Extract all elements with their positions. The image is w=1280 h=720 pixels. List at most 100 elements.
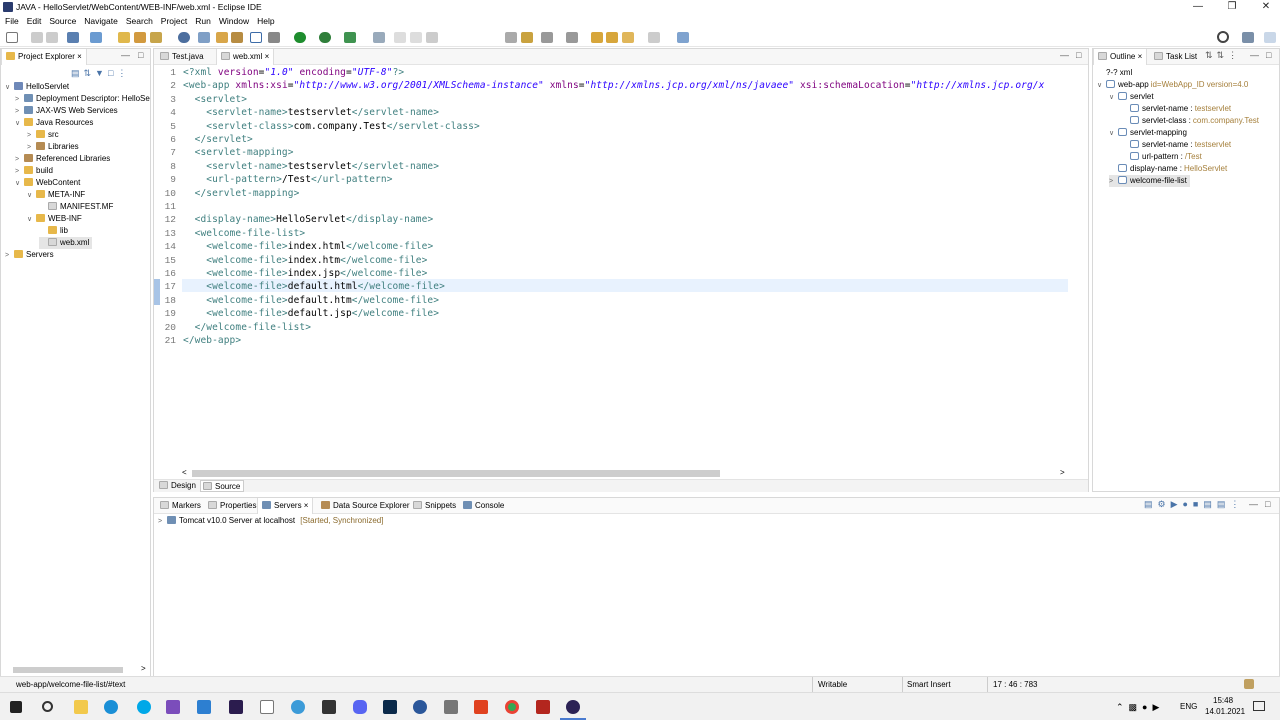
tree-item[interactable]: > Servers xyxy=(5,249,54,261)
menu-navigate[interactable]: Navigate xyxy=(84,14,118,28)
code-line[interactable]: <welcome-file>index.jsp</welcome-file> xyxy=(183,268,427,279)
last-edit-icon[interactable] xyxy=(591,32,603,43)
chrome-icon[interactable] xyxy=(505,700,519,714)
outline-item[interactable]: url-pattern :/Test xyxy=(1121,151,1202,163)
notifications-icon[interactable] xyxy=(1253,701,1265,711)
explorer-toolbar[interactable]: ▤⇅▼□⋮ xyxy=(71,68,130,79)
scroll-thumb[interactable] xyxy=(192,470,720,477)
clock-time[interactable]: 15:48 xyxy=(1213,696,1233,705)
tree-item[interactable]: > JAX-WS Web Services xyxy=(15,105,118,117)
open-type-icon[interactable] xyxy=(134,32,146,43)
tab-snippets[interactable]: Snippets xyxy=(409,498,460,514)
maximize-icon[interactable]: □ xyxy=(1265,499,1270,509)
code-line[interactable]: <web-app xmlns:xsi="http://www.w3.org/20… xyxy=(183,80,1044,91)
search-toolbar-icon[interactable] xyxy=(373,32,385,43)
maximize-button[interactable]: ❐ xyxy=(1215,0,1249,14)
minimize-icon[interactable]: — xyxy=(1249,499,1258,509)
outline-item[interactable]: display-name : HelloServlet xyxy=(1109,163,1227,175)
code-line[interactable]: <url-pattern>/Test</url-pattern> xyxy=(183,174,393,185)
scroll-thumb[interactable] xyxy=(13,667,123,673)
windows-start-icon[interactable] xyxy=(10,701,22,713)
tab-test-java[interactable]: Test.java xyxy=(156,49,208,65)
globe-icon[interactable] xyxy=(178,32,190,43)
menu-search[interactable]: Search xyxy=(126,14,153,28)
tab-properties[interactable]: Properties xyxy=(204,498,260,514)
menu-file[interactable]: File xyxy=(5,14,19,28)
office-icon[interactable] xyxy=(474,700,488,714)
new-server-icon[interactable] xyxy=(67,32,79,43)
outline-item[interactable]: servlet-name : testservlet xyxy=(1121,139,1231,151)
next-annotation-icon[interactable] xyxy=(541,32,553,43)
code-line[interactable]: <display-name>HelloServlet</display-name… xyxy=(183,214,434,225)
tree-item[interactable]: > Referenced Libraries xyxy=(15,153,110,165)
outline-item[interactable]: ∨ web-app id=WebApp_ID version=4.0 xyxy=(1097,79,1248,91)
back-nav-icon[interactable] xyxy=(606,32,618,43)
code-line[interactable]: </servlet> xyxy=(183,134,253,145)
external-tools-icon[interactable] xyxy=(344,32,356,43)
step-icon[interactable] xyxy=(394,32,406,43)
close-button[interactable]: ✕ xyxy=(1249,0,1280,14)
menu-project[interactable]: Project xyxy=(161,14,187,28)
tool-icon[interactable] xyxy=(444,700,458,714)
scroll-right-icon[interactable]: > xyxy=(1060,468,1065,477)
sync-icon[interactable] xyxy=(198,32,210,43)
maximize-icon[interactable]: □ xyxy=(1266,50,1271,60)
tree-item[interactable]: ∨ HelloServlet xyxy=(5,81,69,93)
code-line[interactable]: <welcome-file>default.html</welcome-file… xyxy=(183,281,445,292)
run-icon[interactable] xyxy=(294,32,306,43)
updates-icon[interactable] xyxy=(1244,679,1254,689)
terminal-icon[interactable] xyxy=(250,32,262,43)
terminal-app-icon[interactable] xyxy=(322,700,336,714)
code-line[interactable]: <welcome-file>index.html</welcome-file> xyxy=(183,241,433,252)
code-line[interactable]: <servlet> xyxy=(183,94,247,105)
code-line[interactable]: <servlet-name>testservlet</servlet-name> xyxy=(183,107,439,118)
jar-icon[interactable] xyxy=(216,32,228,43)
tree-item[interactable]: ∨ WebContent xyxy=(15,177,80,189)
code-line[interactable]: <welcome-file>default.jsp</welcome-file> xyxy=(183,308,439,319)
server-row[interactable]: > Tomcat v10.0 Server at localhost [Start… xyxy=(158,515,383,527)
scroll-left-icon[interactable]: < xyxy=(182,468,187,477)
servers-toolbar[interactable]: ▤⚙▶●■▤▤⋮ xyxy=(1144,499,1244,510)
tab-servers[interactable]: Servers × xyxy=(257,498,314,514)
new-web-icon[interactable] xyxy=(90,32,102,43)
java-ee-perspective-icon[interactable] xyxy=(1264,32,1276,43)
tree-item[interactable]: > build xyxy=(15,165,53,177)
minimize-icon[interactable]: — xyxy=(121,50,130,60)
network-app-icon[interactable] xyxy=(291,700,305,714)
tab-project-explorer[interactable]: Project Explorer × xyxy=(1,49,87,65)
outline-item[interactable]: > welcome-file-list xyxy=(1109,175,1190,187)
tab-outline[interactable]: Outline × xyxy=(1093,49,1148,65)
toggle-mark-icon[interactable] xyxy=(505,32,517,43)
tab-markers[interactable]: Markers xyxy=(156,498,205,514)
suspend-icon[interactable] xyxy=(410,32,422,43)
maximize-icon[interactable]: □ xyxy=(138,50,143,60)
prev-annotation-icon[interactable] xyxy=(566,32,578,43)
minimize-icon[interactable]: — xyxy=(1250,50,1259,60)
outline-item[interactable]: ?-? xml xyxy=(1097,67,1132,79)
search-taskbar-icon[interactable] xyxy=(42,701,53,712)
debug-icon[interactable] xyxy=(268,32,280,43)
wand-icon[interactable] xyxy=(150,32,162,43)
tree-item[interactable]: lib xyxy=(39,225,68,237)
forward-icon[interactable] xyxy=(648,32,660,43)
outline-item[interactable]: servlet-name : testservlet xyxy=(1121,103,1231,115)
format-icon[interactable] xyxy=(521,32,533,43)
minimize-icon[interactable]: — xyxy=(1060,50,1069,60)
perspective-icon[interactable] xyxy=(1242,32,1254,43)
scroll-right-icon[interactable]: > xyxy=(141,664,146,673)
code-line[interactable]: <?xml version="1.0" encoding="UTF-8"?> xyxy=(183,67,404,78)
tree-item[interactable]: > Libraries xyxy=(27,141,79,153)
tab-web-xml[interactable]: web.xml × xyxy=(216,49,275,65)
search-icon[interactable] xyxy=(1217,31,1229,43)
tab-task-list[interactable]: Task List xyxy=(1150,49,1201,65)
tree-item[interactable]: MANIFEST.MF xyxy=(39,201,113,213)
discord-icon[interactable] xyxy=(353,700,367,714)
new-icon[interactable] xyxy=(6,32,18,43)
notepad-icon[interactable] xyxy=(260,700,274,714)
tree-item[interactable]: ∨ WEB-INF xyxy=(27,213,82,225)
code-line[interactable]: <welcome-file-list> xyxy=(183,228,305,239)
visual-studio-icon[interactable] xyxy=(166,700,180,714)
menu-run[interactable]: Run xyxy=(195,14,211,28)
word-icon[interactable] xyxy=(413,700,427,714)
tree-item[interactable]: ∨ META-INF xyxy=(27,189,85,201)
